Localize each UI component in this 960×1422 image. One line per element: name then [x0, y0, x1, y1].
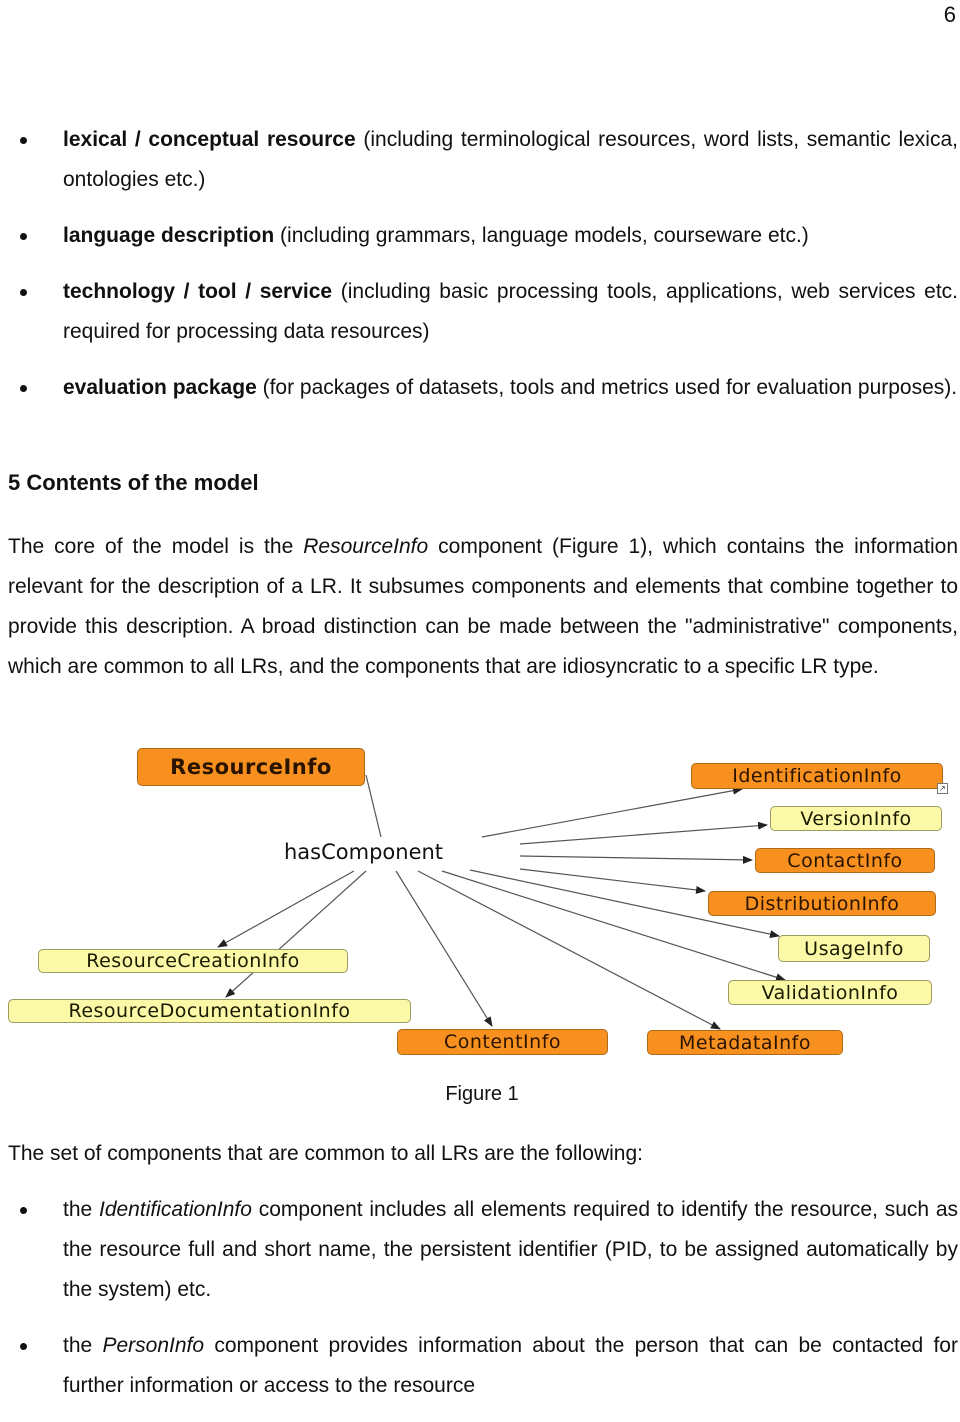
list-term: technology / tool / service	[63, 280, 333, 303]
component-diagram: ResourceInfo hasComponent Identification…	[0, 740, 960, 1070]
figure-caption: Figure 1	[445, 1083, 519, 1105]
list-item: technology / tool / service (including b…	[0, 272, 958, 352]
bullet-icon	[20, 1207, 27, 1214]
bullet-icon	[20, 137, 27, 144]
bullet-icon	[20, 385, 27, 392]
list-text: the	[63, 1334, 103, 1357]
bullet-icon	[20, 1343, 27, 1350]
section-heading: 5 Contents of the model	[8, 470, 259, 495]
bullet-icon	[20, 289, 27, 296]
list-item: evaluation package (for packages of data…	[0, 368, 958, 408]
section-paragraph: The core of the model is the ResourceInf…	[8, 527, 958, 687]
resource-type-list: lexical / conceptual resource (including…	[0, 120, 958, 424]
list-term: evaluation package	[63, 376, 257, 399]
list-term: lexical / conceptual resource	[63, 128, 356, 151]
common-components-list: the IdentificationInfo component include…	[0, 1190, 958, 1422]
edge-contactinfo	[519, 855, 753, 864]
list-text: the	[63, 1198, 99, 1221]
para-emphasis: ResourceInfo	[303, 535, 429, 558]
node-resourcedocumentationinfo: ResourceDocumentationInfo	[8, 999, 411, 1023]
node-versioninfo: VersionInfo	[770, 806, 942, 831]
node-resourceinfo: ResourceInfo	[137, 748, 365, 786]
edge-validationinfo	[441, 870, 786, 982]
relation-label: hasComponent	[284, 840, 444, 864]
list-item: the IdentificationInfo component include…	[0, 1190, 958, 1310]
list-item: language description (including grammars…	[0, 216, 958, 256]
edge-distributioninfo	[519, 868, 706, 894]
shortcut-icon: ↗	[937, 783, 948, 794]
common-components-intro: The set of components that are common to…	[8, 1142, 643, 1165]
list-emphasis: IdentificationInfo	[98, 1198, 252, 1221]
para-text: The core of the model is the	[8, 535, 304, 558]
list-desc: (for packages of datasets, tools and met…	[256, 376, 958, 399]
node-contentinfo: ContentInfo	[397, 1029, 608, 1055]
edge-resourcedocumentationinfo	[225, 870, 367, 998]
node-identificationinfo: IdentificationInfo	[691, 763, 943, 789]
node-validationinfo: ValidationInfo	[728, 980, 932, 1005]
node-metadatainfo: MetadataInfo	[647, 1030, 843, 1055]
edge-metadatainfo	[417, 870, 721, 1030]
edge-root-relation	[365, 774, 382, 838]
list-emphasis: PersonInfo	[102, 1334, 205, 1357]
page-number: 6	[943, 2, 956, 27]
list-term: language description	[63, 224, 275, 247]
list-item: the PersonInfo component provides inform…	[0, 1326, 958, 1406]
node-resourcecreationinfo: ResourceCreationInfo	[38, 949, 348, 973]
edge-versioninfo	[519, 821, 768, 845]
node-contactinfo: ContactInfo	[755, 848, 935, 873]
list-item: lexical / conceptual resource (including…	[0, 120, 958, 200]
edge-resourcecreationinfo	[217, 870, 355, 948]
list-desc: (including grammars, language models, co…	[274, 224, 809, 247]
node-usageinfo: UsageInfo	[778, 935, 930, 962]
node-distributioninfo: DistributionInfo	[708, 891, 936, 916]
bullet-icon	[20, 233, 27, 240]
